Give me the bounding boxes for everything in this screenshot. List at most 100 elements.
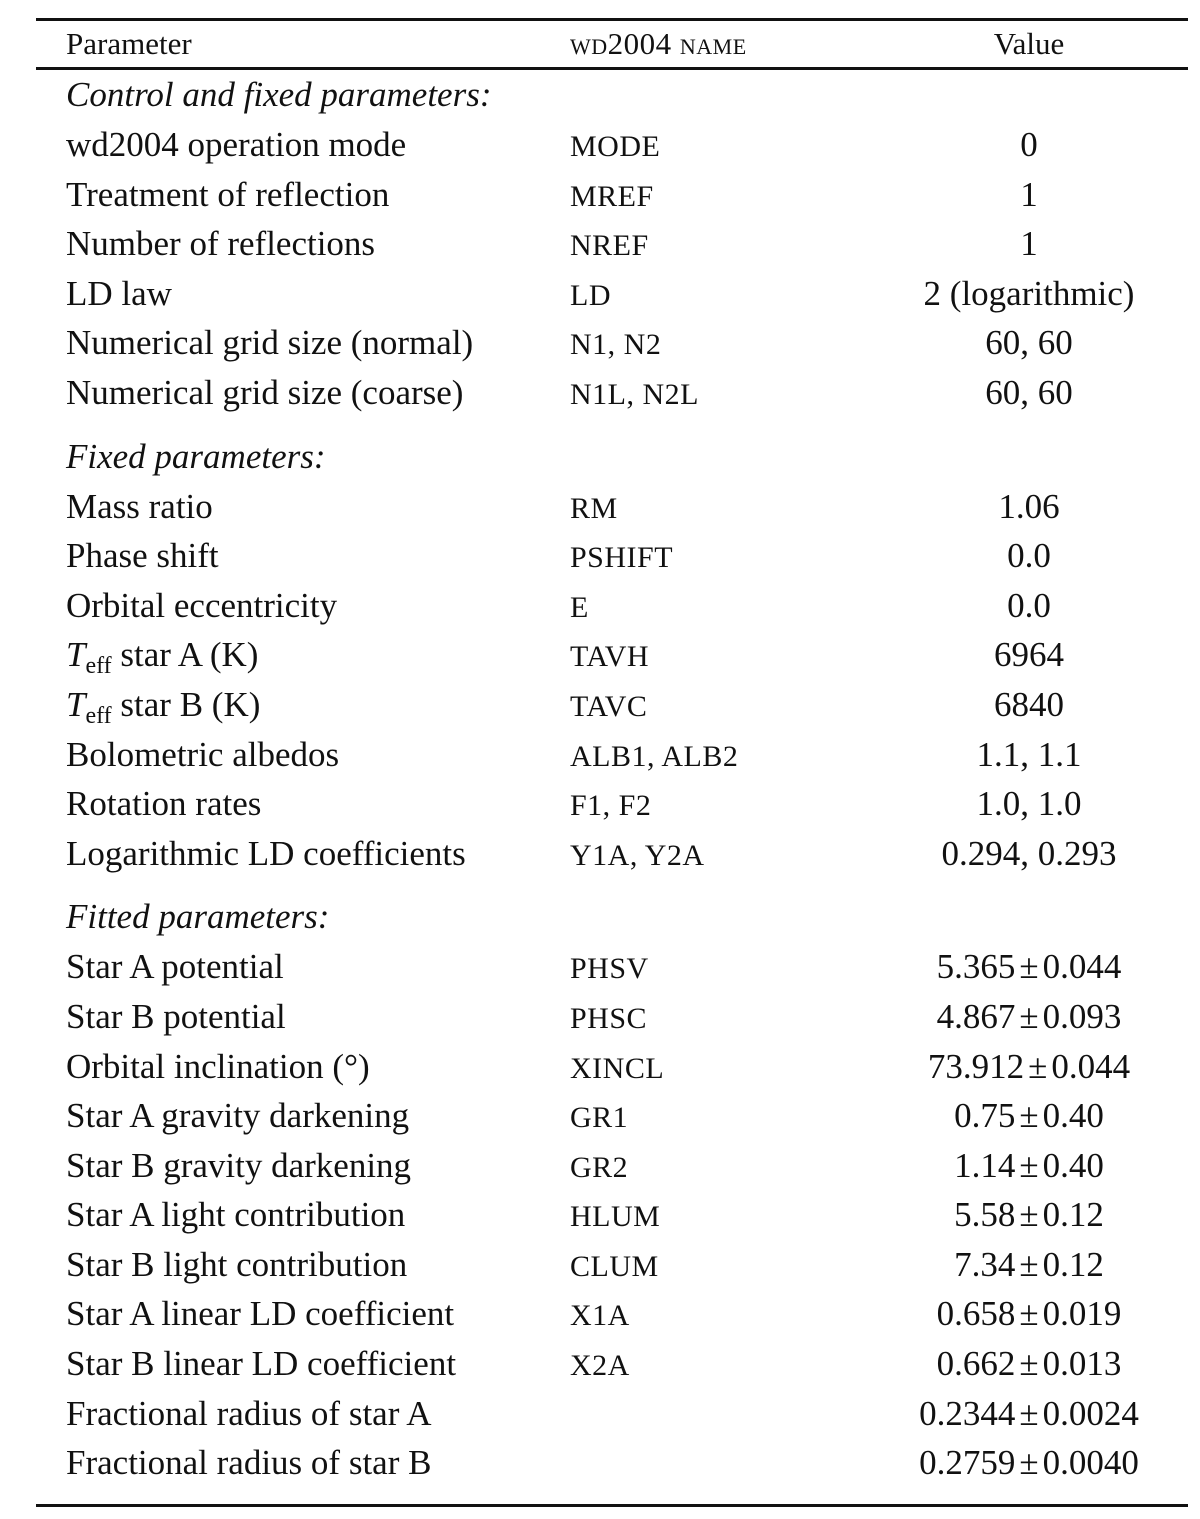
plus-minus-symbol: ± xyxy=(1019,1294,1039,1334)
table-row: Orbital inclination (°) XINCL 73.912 ±0.044 xyxy=(36,1042,1188,1092)
value-cell: 0.294, 0.293 xyxy=(941,833,1117,873)
wd-name-cell: CLUM xyxy=(570,1249,659,1283)
wd-name-cell: F1, F2 xyxy=(570,789,652,823)
parameter-cell: Logarithmic LD coefficients xyxy=(66,833,466,873)
bottom-rule xyxy=(36,1503,1188,1507)
parameter-cell: wd2004 operation mode xyxy=(66,125,407,164)
value: 0.2759 xyxy=(919,1443,1016,1483)
plus-minus-symbol: ± xyxy=(1028,1046,1048,1086)
value-cell: 1.14 ±0.40 xyxy=(870,1141,1188,1191)
value-cell: 7.34 ±0.12 xyxy=(870,1240,1188,1290)
value-cell: 1.0, 1.0 xyxy=(976,784,1082,824)
table-row: Rotation rates F1, F2 1.0, 1.0 xyxy=(36,779,1188,829)
plus-minus-symbol: ± xyxy=(1019,1393,1039,1433)
value: 0.75 xyxy=(954,1096,1016,1136)
wd-name-cell: PHSV xyxy=(570,952,649,986)
wd-name-cell: HLUM xyxy=(570,1200,661,1234)
error-value: 0.093 xyxy=(1042,996,1122,1036)
table-row: Treatment of reflection MREF 1 xyxy=(36,170,1188,220)
value-cell: 0.75 ±0.40 xyxy=(870,1091,1188,1141)
value-cell: 0.2759 ±0.0040 xyxy=(870,1438,1188,1488)
value-cell: 1.06 xyxy=(998,486,1060,526)
error-value: 0.0024 xyxy=(1042,1393,1139,1433)
plus-minus-symbol: ± xyxy=(1019,1145,1039,1185)
wd-name-cell: ALB1, ALB2 xyxy=(570,739,739,773)
error-value: 0.0040 xyxy=(1042,1443,1139,1483)
value-cell: 0.2344 ±0.0024 xyxy=(870,1389,1188,1439)
parameter-cell: Teff star A (K) xyxy=(36,630,570,680)
wd-name-cell: N1L, N2L xyxy=(570,377,699,411)
wd-name-cell: MODE xyxy=(570,130,661,163)
error-value: 0.12 xyxy=(1042,1244,1104,1284)
parameter-symbol: T xyxy=(66,684,86,724)
value: 0.658 xyxy=(936,1294,1016,1334)
error-value: 0.044 xyxy=(1042,947,1122,987)
parameter-cell: Fractional radius of star A xyxy=(66,1393,432,1433)
header-wd-name: wd2004 name xyxy=(570,26,747,61)
value: 73.912 xyxy=(927,1046,1025,1086)
value: 7.34 xyxy=(954,1244,1016,1284)
wd-name-cell: RM xyxy=(570,491,618,525)
value-cell: 5.365 ±0.044 xyxy=(870,942,1188,992)
wd-name-cell: GR2 xyxy=(570,1150,629,1184)
parameter-cell: Star A linear LD coefficient xyxy=(66,1294,455,1334)
table-row: Number of reflections NREF 1 xyxy=(36,219,1188,269)
parameter-cell: Number of reflections xyxy=(66,224,376,264)
value-cell: 73.912 ±0.044 xyxy=(870,1042,1188,1092)
value-cell: 0.0 xyxy=(1007,536,1051,576)
parameter-text: star B (K) xyxy=(111,684,261,724)
parameter-cell: Mass ratio xyxy=(66,486,213,526)
parameter-symbol: T xyxy=(66,635,86,675)
wd-name-cell: X2A xyxy=(570,1349,630,1383)
value: 1.14 xyxy=(954,1145,1016,1185)
value-cell: 6964 xyxy=(994,635,1064,675)
parameter-cell: Rotation rates xyxy=(66,784,262,824)
error-value: 0.40 xyxy=(1042,1145,1104,1185)
error-value: 0.019 xyxy=(1042,1294,1122,1334)
parameter-subscript: eff xyxy=(85,702,112,729)
table-row: Fractional radius of star A 0.2344 ±0.0024 xyxy=(36,1389,1188,1439)
value: 0.2344 xyxy=(919,1393,1016,1433)
parameter-cell: Numerical grid size (coarse) xyxy=(66,372,464,412)
parameter-table: Parameter wd2004 name Value Control and … xyxy=(36,18,1188,1507)
value-cell: 0.658 ±0.019 xyxy=(870,1289,1188,1339)
wd-name-cell: Y1A, Y2A xyxy=(570,838,705,872)
parameter-text: star A (K) xyxy=(111,635,259,675)
value: 5.58 xyxy=(954,1195,1016,1235)
header-value: Value xyxy=(993,26,1065,61)
value: 0.662 xyxy=(936,1344,1016,1384)
table-row: Orbital eccentricity E 0.0 xyxy=(36,581,1188,631)
wd-name-cell: TAVH xyxy=(570,640,650,674)
parameter-cell: Star B light contribution xyxy=(66,1244,408,1284)
parameter-cell: Star A gravity darkening xyxy=(66,1096,410,1136)
wd-name-cell: E xyxy=(570,590,589,624)
parameter-cell: Star A potential xyxy=(66,947,284,987)
value-cell: 1 xyxy=(1020,174,1038,214)
table-row: Numerical grid size (normal) N1, N2 60, 60 xyxy=(36,318,1188,368)
wd-name-cell: PSHIFT xyxy=(570,541,674,575)
plus-minus-symbol: ± xyxy=(1019,996,1039,1036)
table-row: Star A gravity darkening GR1 0.75 ±0.40 xyxy=(36,1091,1188,1141)
value-cell: 4.867 ±0.093 xyxy=(870,992,1188,1042)
wd-name-cell: NREF xyxy=(570,229,649,263)
value-cell: 2 (logarithmic) xyxy=(923,273,1135,313)
wd-name-cell: MREF xyxy=(570,179,654,213)
table-row: Star B gravity darkening GR2 1.14 ±0.40 xyxy=(36,1141,1188,1191)
value-cell: 1.1, 1.1 xyxy=(976,734,1082,774)
value-cell: 0.662 ±0.013 xyxy=(870,1339,1188,1389)
header-parameter: Parameter xyxy=(66,26,192,61)
table-row: Star B potential PHSC 4.867 ±0.093 xyxy=(36,992,1188,1042)
value-cell: 0 xyxy=(1020,125,1038,164)
parameter-cell: Orbital eccentricity xyxy=(66,585,338,625)
table-row: LD law LD 2 (logarithmic) xyxy=(36,269,1188,319)
error-value: 0.044 xyxy=(1051,1046,1131,1086)
parameter-cell: Bolometric albedos xyxy=(66,734,340,774)
section-title: Control and fixed parameters: xyxy=(66,75,492,114)
plus-minus-symbol: ± xyxy=(1019,1443,1039,1483)
value: 5.365 xyxy=(936,947,1016,987)
table-row: Star A light contribution HLUM 5.58 ±0.12 xyxy=(36,1190,1188,1240)
parameter-cell: Orbital inclination (°) xyxy=(66,1046,370,1086)
table-row: Numerical grid size (coarse) N1L, N2L 60, … xyxy=(36,368,1188,418)
parameter-cell: Star B potential xyxy=(66,996,286,1036)
parameter-cell: Star B gravity darkening xyxy=(66,1145,412,1185)
